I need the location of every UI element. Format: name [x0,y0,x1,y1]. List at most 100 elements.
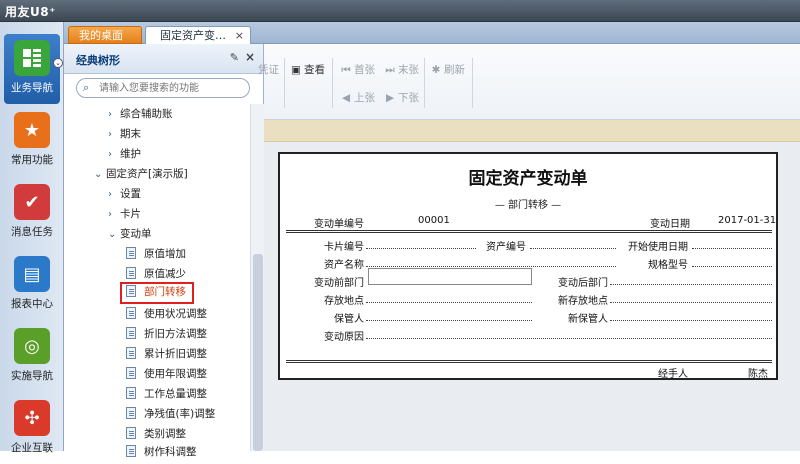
tree-item-useful-life[interactable]: 使用年限调整 [126,364,207,384]
search-box[interactable]: ⌕ [76,78,250,98]
chevron-down-icon[interactable]: ⌄ [53,58,63,68]
tree-item-cards[interactable]: › 卡片 [108,204,141,224]
handler-value: 陈杰 [748,369,768,380]
new-location-field[interactable] [610,302,772,303]
document-icon [126,407,136,419]
next-label: 下张 [398,92,419,104]
start-date-field[interactable] [692,248,772,249]
document-icon [126,247,136,259]
tree-item-period-end[interactable]: › 期末 [108,124,141,144]
toolbar-separator [284,58,285,108]
nav-messages[interactable]: ✔ 消息任务 [4,178,60,248]
change-no-label: 变动单编号 [314,219,364,230]
search-icon: ⌕ [83,81,90,94]
card-no-label: 卡片编号 [324,242,364,253]
location-field[interactable] [366,302,532,303]
keeper-field[interactable] [366,320,532,321]
chevron-right-icon: › [108,109,112,120]
view-label: 查看 [304,64,325,76]
tab-asset-change-label: 固定资产变… [160,29,226,42]
chevron-right-icon: › [108,189,112,200]
dept-before-label: 变动前部门 [314,278,364,289]
tree-item-workload[interactable]: 工作总量调整 [126,384,207,404]
enterprise-icon: ✣ [14,400,50,436]
close-icon[interactable]: × [235,27,244,44]
nav-implementation[interactable]: ◎ 实施导航 [4,322,60,392]
document-icon [126,327,136,339]
tree-item-label: 卡片 [120,208,141,220]
tree-item-label: 设置 [120,188,141,200]
tree-scrollbar[interactable] [250,104,264,451]
last-button[interactable]: ⏭ 末张 [384,62,419,77]
tree-item-label: 使用年限调整 [144,368,207,380]
tree-item-label: 维护 [120,148,141,160]
toolbar: 凭证 ▣ 查看 ⏮ 首张 ⏭ 末张 ◀ 上张 ▶ 下张 ✱ 刷新 [258,44,800,120]
asset-name-field[interactable] [366,266,616,267]
next-button[interactable]: ▶ 下张 [384,90,419,105]
tree-item-aux-ledger[interactable]: › 综合辅助账 [108,104,173,124]
spec-field[interactable] [692,266,772,267]
toolbar-separator [332,58,333,108]
tree-item-value-increase[interactable]: 原值增加 [126,244,186,264]
tree-item-depreciation-method[interactable]: 折旧方法调整 [126,324,207,344]
refresh-button[interactable]: ✱ 刷新 [430,62,465,77]
report-icon: ▤ [14,256,50,292]
nav-enterprise[interactable]: ✣ 企业互联 [4,394,60,464]
chevron-right-icon: › [108,209,112,220]
refresh-icon: ✱ [431,64,441,76]
compass-icon: ◎ [14,328,50,364]
tree-item-status-adjust[interactable]: 使用状况调整 [126,304,207,324]
last-page-icon: ⏭ [385,64,395,76]
tree-item-fixed-assets[interactable]: ⌄ 固定资产[演示版] [94,164,188,184]
next-icon: ▶ [385,92,395,104]
tree-item-maintenance[interactable]: › 维护 [108,144,141,164]
search-input[interactable] [99,81,244,95]
view-button[interactable]: ▣ 查看 [290,62,325,77]
pin-icon[interactable]: ✎ [230,51,239,64]
chevron-down-icon: ⌄ [108,229,117,240]
header-divider-2 [286,232,772,233]
voucher-button[interactable]: 凭证 [258,62,279,77]
reason-field[interactable] [366,338,772,339]
view-icon: ▣ [291,64,301,76]
tree-item-salvage-value[interactable]: 净残值(率)调整 [126,404,215,424]
form-header-strip [264,120,800,142]
tree-item-label: 综合辅助账 [120,108,173,120]
tree-item-change-form[interactable]: ⌄ 变动单 [108,224,152,244]
card-no-field[interactable] [366,248,476,249]
footer-divider-2 [286,362,772,363]
change-no-value: 00001 [418,215,450,226]
start-date-label: 开始使用日期 [628,242,688,253]
tab-asset-change[interactable]: 固定资产变… × [145,26,251,44]
document-icon [126,427,136,439]
dept-before-input[interactable] [368,268,532,285]
tree-item-accum-depreciation[interactable]: 累计折旧调整 [126,344,207,364]
tree-item-category[interactable]: 类别调整 [126,424,186,444]
document-icon [126,367,136,379]
tab-desktop[interactable]: 我的桌面 [68,26,142,44]
last-label: 末张 [398,64,419,76]
nav-reports-label: 报表中心 [11,298,53,310]
nav-business[interactable]: 业务导航 [4,34,60,104]
tree-item-value-decrease[interactable]: 原值减少 [126,264,186,284]
chevron-down-icon: ⌄ [94,169,103,180]
tree-item-subject[interactable]: 树作科调整 [126,442,197,462]
prev-button[interactable]: ◀ 上张 [340,90,375,105]
chevron-right-icon: › [108,149,112,160]
tree-item-dept-transfer[interactable]: 部门转移 [120,282,194,304]
dept-after-field[interactable] [610,284,772,285]
first-button[interactable]: ⏮ 首张 [340,62,375,77]
scrollbar-thumb[interactable] [253,254,263,451]
prev-icon: ◀ [341,92,351,104]
new-keeper-field[interactable] [610,320,772,321]
tree-item-settings[interactable]: › 设置 [108,184,141,204]
close-icon[interactable]: × [245,50,255,64]
nav-favorites[interactable]: ★ 常用功能 [4,106,60,176]
toolbar-separator [424,58,425,108]
asset-no-label: 资产编号 [486,242,526,253]
nav-reports[interactable]: ▤ 报表中心 [4,250,60,320]
reason-label: 变动原因 [324,332,364,343]
nav-messages-label: 消息任务 [11,226,53,238]
first-page-icon: ⏮ [341,64,351,76]
asset-no-field[interactable] [530,248,616,249]
